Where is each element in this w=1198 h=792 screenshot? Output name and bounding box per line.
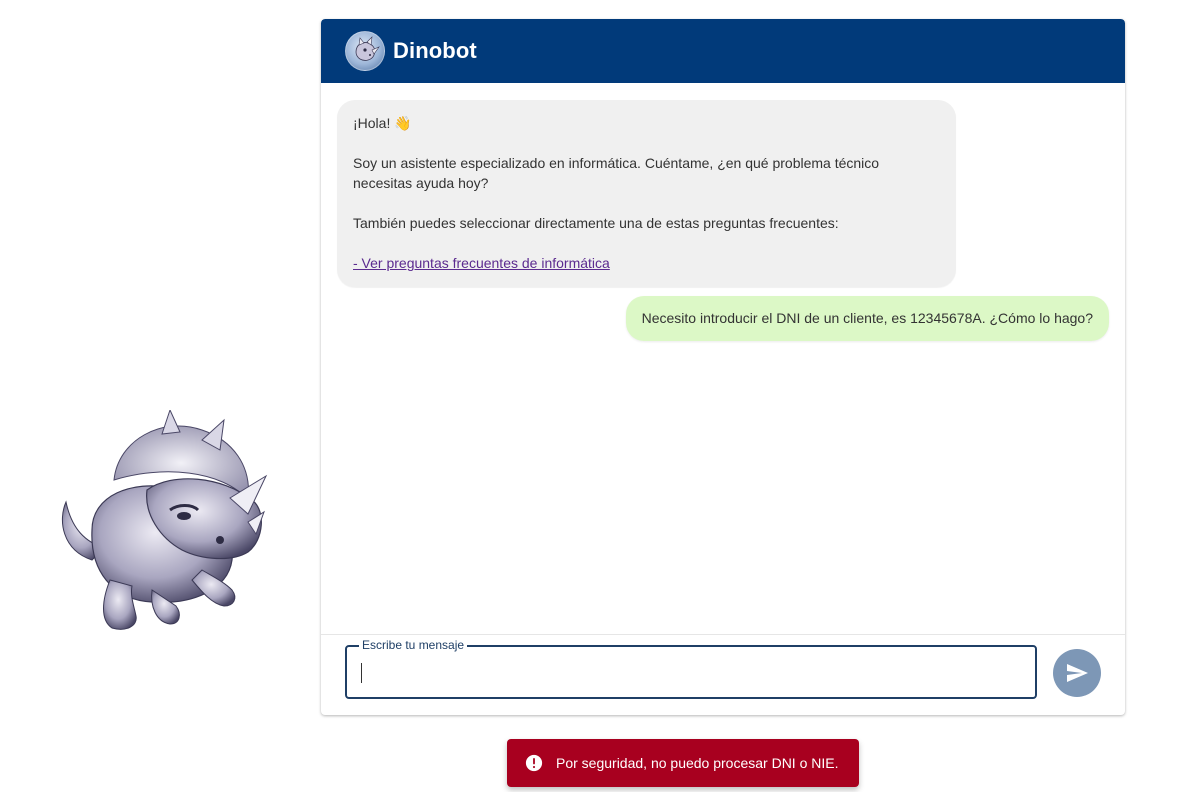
message-field[interactable]: Escribe tu mensaje <box>345 638 1037 699</box>
app-title: Dinobot <box>393 38 477 63</box>
send-icon <box>1067 664 1088 682</box>
chat-window: Dinobot ¡Hola! 👋 Soy un asistente especia… <box>321 19 1125 715</box>
message-list: ¡Hola! 👋 Soy un asistente especializado e… <box>321 83 1125 635</box>
bot-greeting: ¡Hola! <box>353 115 391 131</box>
message-input[interactable] <box>359 659 1019 685</box>
message-composer: Escribe tu mensaje <box>321 634 1125 715</box>
triceratops-mascot-image <box>61 410 268 630</box>
error-snackbar: Por seguridad, no puedo procesar DNI o N… <box>507 739 859 787</box>
user-message: Necesito introducir el DNI de un cliente… <box>625 296 1109 341</box>
alert-circle-icon <box>525 754 543 772</box>
bot-greeting-line: ¡Hola! 👋 <box>353 113 940 133</box>
faq-link[interactable]: - Ver preguntas frecuentes de informátic… <box>353 255 610 271</box>
send-button[interactable] <box>1053 649 1101 697</box>
bot-faq-prompt: También puedes seleccionar directamente … <box>353 215 839 231</box>
dinosaur-avatar-icon <box>345 31 385 71</box>
bot-intro: Soy un asistente especializado en inform… <box>353 155 880 191</box>
message-field-label: Escribe tu mensaje <box>359 638 468 652</box>
page: Dinobot ¡Hola! 👋 Soy un asistente especia… <box>0 0 1198 792</box>
chat-header: Dinobot <box>321 19 1125 83</box>
snackbar-message: Por seguridad, no puedo procesar DNI o N… <box>556 755 839 771</box>
bot-message: ¡Hola! 👋 Soy un asistente especializado e… <box>337 100 956 287</box>
waving-hand-emoji: 👋 <box>394 115 412 131</box>
text-caret <box>361 663 362 683</box>
